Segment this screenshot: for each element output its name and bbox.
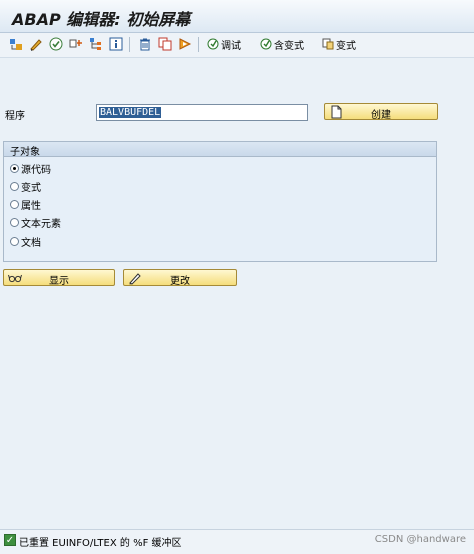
display-button-label: 显示 xyxy=(49,276,69,287)
subobjects-header: 子对象 xyxy=(4,142,436,158)
where-used-icon[interactable] xyxy=(88,36,104,52)
variant-icon xyxy=(322,38,334,50)
edit-pencil-icon[interactable] xyxy=(28,36,44,52)
delete-icon[interactable] xyxy=(137,36,153,52)
radio-button[interactable] xyxy=(10,181,19,191)
radio-label: 变式 xyxy=(21,182,41,194)
status-message: 已重置 EUINFO/LTEX 的 %F 缓冲区 xyxy=(19,538,182,549)
success-check-icon: ✓ xyxy=(4,534,16,546)
subobjects-title: 子对象 xyxy=(10,147,40,158)
create-button-label: 创建 xyxy=(371,110,391,121)
with-variant-icon xyxy=(260,38,272,50)
toolbar-separator xyxy=(198,37,199,52)
program-input[interactable]: BALVBUFDEL xyxy=(96,104,308,121)
info-icon[interactable] xyxy=(108,36,124,52)
radio-label: 文本元素 xyxy=(21,218,61,230)
radio-label: 文档 xyxy=(21,237,41,249)
change-button-label: 更改 xyxy=(170,276,190,287)
radio-attributes[interactable]: 属性 xyxy=(10,197,41,212)
change-button[interactable]: 更改 xyxy=(123,269,237,287)
radio-label: 属性 xyxy=(21,200,41,212)
check-icon[interactable] xyxy=(48,36,64,52)
radio-text-elements[interactable]: 文本元素 xyxy=(10,215,61,230)
toolbar-separator xyxy=(129,37,130,52)
watermark: CSDN @handware xyxy=(374,534,466,545)
variant-label: 变式 xyxy=(336,40,356,52)
subobjects-group: 子对象 源代码 变式 属性 文本元素 文档 xyxy=(3,141,437,262)
radio-button[interactable] xyxy=(10,199,19,209)
debug-label: 调试 xyxy=(221,40,241,52)
radio-button[interactable] xyxy=(10,163,19,173)
other-object-icon[interactable] xyxy=(8,36,24,52)
title-bar: ABAP 编辑器: 初始屏幕 xyxy=(0,0,474,33)
activate-icon[interactable] xyxy=(177,36,193,52)
create-button[interactable]: 创建 xyxy=(324,103,438,121)
radio-button[interactable] xyxy=(10,217,19,227)
debug-button[interactable]: 调试 xyxy=(207,36,241,52)
copy-icon[interactable] xyxy=(157,36,173,52)
program-label: 程序 xyxy=(5,111,25,122)
radio-variants[interactable]: 变式 xyxy=(10,179,41,194)
radio-label: 源代码 xyxy=(21,164,51,176)
with-variant-label: 含变式 xyxy=(274,40,304,52)
radio-source-code[interactable]: 源代码 xyxy=(10,161,51,176)
test-icon[interactable] xyxy=(68,36,84,52)
radio-button[interactable] xyxy=(10,236,19,246)
display-button[interactable]: 显示 xyxy=(3,269,115,287)
application-toolbar: 调试 含变式 变式 xyxy=(0,33,474,58)
debug-icon xyxy=(207,38,219,50)
program-input-value: BALVBUFDEL xyxy=(99,107,162,118)
with-variant-button[interactable]: 含变式 xyxy=(260,36,304,52)
radio-documentation[interactable]: 文档 xyxy=(10,234,41,249)
variant-button[interactable]: 变式 xyxy=(322,36,356,52)
status-bar: ✓ 已重置 EUINFO/LTEX 的 %F 缓冲区 CSDN @handwar… xyxy=(0,529,474,554)
window-title: ABAP 编辑器: 初始屏幕 xyxy=(12,10,191,29)
